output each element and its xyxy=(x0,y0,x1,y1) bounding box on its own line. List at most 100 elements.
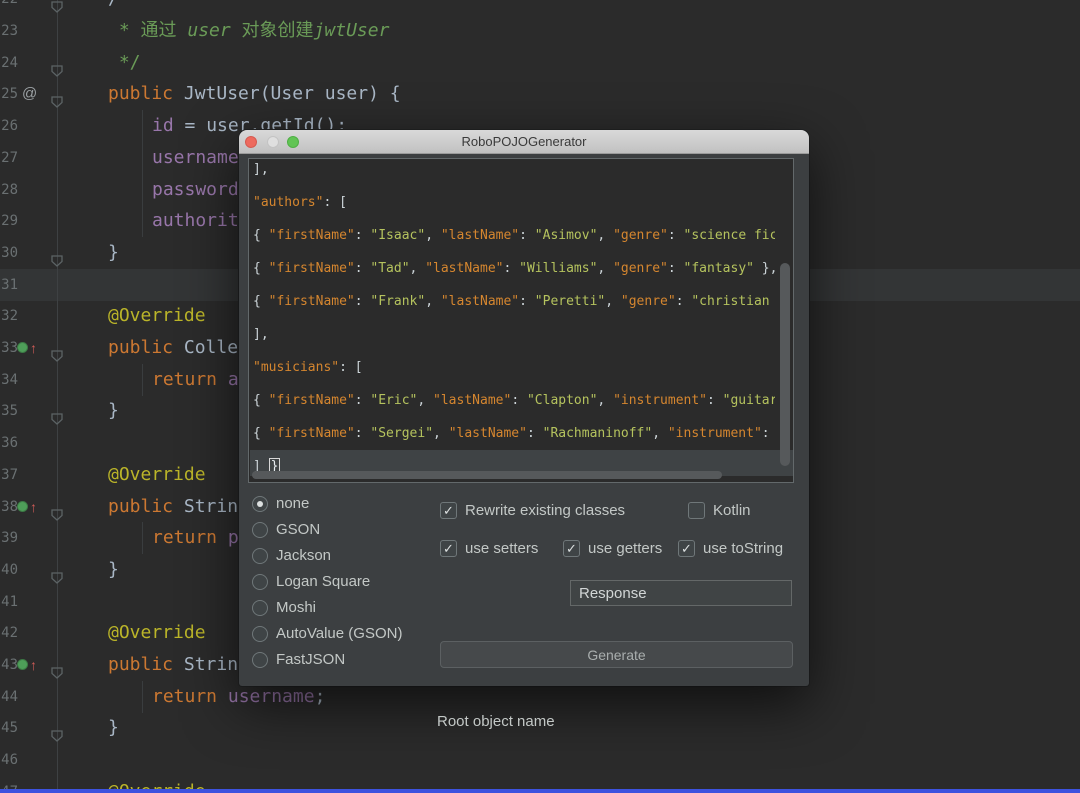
token-c: */ xyxy=(108,52,141,73)
token-pun: : xyxy=(761,426,770,441)
token-pun: : [ xyxy=(339,360,363,375)
token-f: username xyxy=(152,147,239,168)
radio-circle-icon[interactable] xyxy=(252,548,268,564)
overrides-method-icon[interactable] xyxy=(17,501,28,512)
radio-circle-icon[interactable] xyxy=(252,496,268,512)
horizontal-scrollbar[interactable] xyxy=(252,471,722,479)
token-str: "Williams" xyxy=(519,261,598,276)
annotation-gutter-icon[interactable]: @ xyxy=(22,78,37,110)
override-up-arrow-icon[interactable]: ↑ xyxy=(30,491,37,523)
code-text: @Override xyxy=(108,617,206,649)
overrides-method-icon[interactable] xyxy=(17,342,28,353)
token-str: "Sergei" xyxy=(370,426,434,441)
line-number: 29 xyxy=(1,213,18,229)
token-key: "musicians" xyxy=(253,360,340,375)
indent-guide xyxy=(142,681,143,713)
token-k: public xyxy=(108,83,184,104)
radio-selected-dot xyxy=(257,501,263,507)
checkbox-checked-icon[interactable]: ✓ xyxy=(440,540,457,557)
radio-label: Moshi xyxy=(276,599,317,616)
token-str: "Asimov" xyxy=(534,228,598,243)
checkbox-checked-icon[interactable]: ✓ xyxy=(678,540,695,557)
token-key: "lastName" xyxy=(440,228,520,243)
token-p: JwtUser(User user) { xyxy=(183,83,401,104)
token-pun: ], xyxy=(253,327,269,342)
radio-label: GSON xyxy=(276,521,321,538)
token-key: "genre" xyxy=(620,294,676,309)
checkbox-checked-icon[interactable]: ✓ xyxy=(440,502,457,519)
code-text: public Colle xyxy=(108,332,238,364)
token-c: 对象创建 xyxy=(230,20,314,41)
line-number: 32 xyxy=(1,308,18,324)
code-text: } xyxy=(108,712,119,744)
json-line: ], xyxy=(249,318,775,351)
token-pun: }, xyxy=(761,261,775,276)
code-text: /** xyxy=(108,0,141,15)
code-text: return a xyxy=(152,364,239,396)
token-pun: : xyxy=(707,393,723,408)
token-pun: , xyxy=(597,393,614,408)
token-p: } xyxy=(108,559,119,580)
line-number: 38 xyxy=(1,499,18,515)
robopojo-generator-dialog: RoboPOJOGenerator ], "authors": [{ "first… xyxy=(239,130,809,730)
token-pun: { xyxy=(253,426,269,441)
token-p: Strin xyxy=(183,654,239,675)
code-text: public Strin xyxy=(108,491,238,523)
line-number: 22 xyxy=(0,0,18,15)
token-pun: , xyxy=(597,261,614,276)
overrides-method-icon[interactable] xyxy=(17,659,28,670)
dialog-titlebar[interactable]: RoboPOJOGenerator xyxy=(239,130,809,154)
token-str: "guitar" xyxy=(722,393,775,408)
token-k: return xyxy=(152,369,228,390)
token-p: /** xyxy=(108,0,141,9)
code-text: password xyxy=(152,174,239,206)
checkbox-unchecked-icon[interactable] xyxy=(688,502,705,519)
bottom-accent-bar xyxy=(0,789,1080,793)
radio-circle-icon[interactable] xyxy=(252,652,268,668)
checkbox-checked-icon[interactable]: ✓ xyxy=(563,540,580,557)
root-object-name-input[interactable] xyxy=(570,580,792,606)
indent-guide xyxy=(142,364,143,396)
json-input-textarea[interactable]: ], "authors": [{ "firstName": "Isaac", "l… xyxy=(248,158,794,483)
json-line: { "firstName": "Sergei", "lastName": "Ra… xyxy=(249,417,775,450)
json-line: { "firstName": "Isaac", "lastName": "Asi… xyxy=(249,219,775,252)
token-k: return xyxy=(152,527,228,548)
line-number: 24 xyxy=(1,55,18,71)
token-f: password xyxy=(152,179,239,200)
token-pun: { xyxy=(253,294,269,309)
checkbox-label: Rewrite existing classes xyxy=(465,502,626,519)
token-f: username xyxy=(227,686,315,707)
line-number: 37 xyxy=(1,467,18,483)
token-key: "lastName" xyxy=(425,261,504,276)
indent-guide xyxy=(142,110,143,142)
token-p: Strin xyxy=(183,496,239,517)
token-p: ; xyxy=(314,686,326,707)
token-key: "genre" xyxy=(613,228,668,243)
code-text: } xyxy=(108,554,119,586)
checkbox-label: use toString xyxy=(703,540,784,557)
line-number: 41 xyxy=(1,594,18,610)
override-up-arrow-icon[interactable]: ↑ xyxy=(30,332,37,364)
token-k: return xyxy=(152,686,228,707)
code-text: } xyxy=(108,395,119,427)
line-number: 43 xyxy=(1,657,18,673)
token-key: "lastName" xyxy=(440,294,520,309)
generate-button[interactable]: Generate xyxy=(440,641,793,668)
token-pun: , xyxy=(425,294,441,309)
override-up-arrow-icon[interactable]: ↑ xyxy=(30,649,37,681)
token-f: authorit xyxy=(152,210,239,231)
radio-circle-icon[interactable] xyxy=(252,574,268,590)
radio-circle-icon[interactable] xyxy=(252,626,268,642)
radio-circle-icon[interactable] xyxy=(252,600,268,616)
token-f: id xyxy=(152,115,174,136)
token-str: "Frank" xyxy=(370,294,426,309)
token-k: public xyxy=(108,496,184,517)
line-number: 46 xyxy=(1,752,18,768)
radio-circle-icon[interactable] xyxy=(252,522,268,538)
token-str: "Peretti" xyxy=(534,294,606,309)
token-pun: ], xyxy=(253,162,269,177)
vertical-scrollbar[interactable] xyxy=(780,263,790,466)
code-text: authorit xyxy=(152,205,239,237)
token-pun: , xyxy=(417,393,434,408)
token-p: } xyxy=(108,717,119,738)
